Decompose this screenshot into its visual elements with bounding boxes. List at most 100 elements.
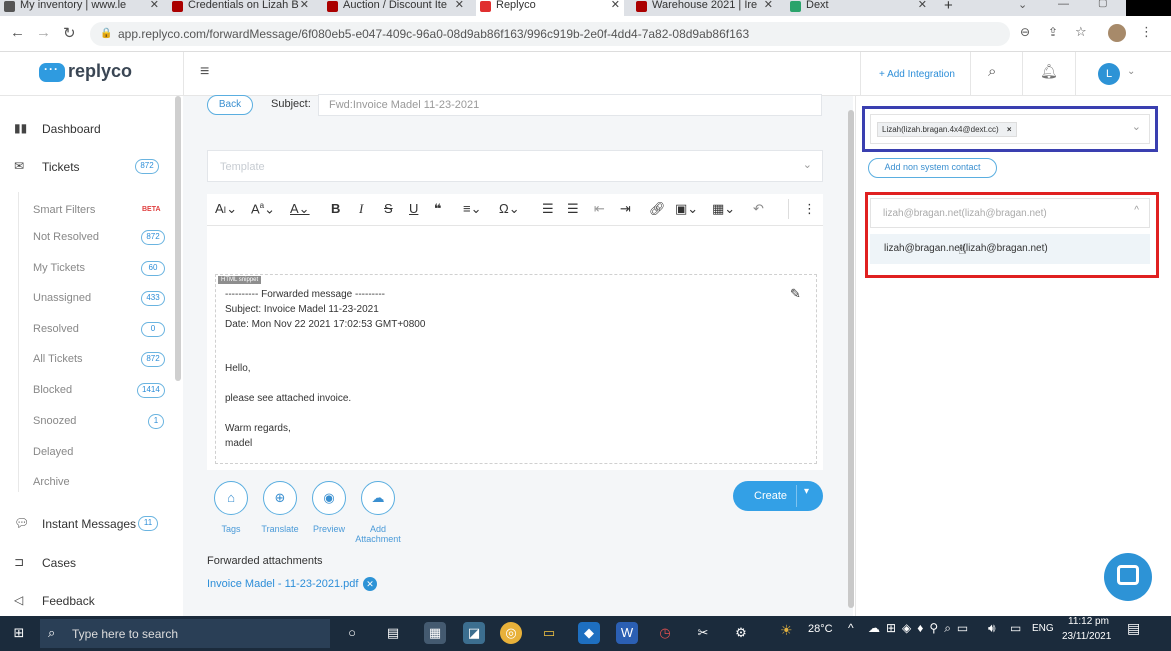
underline-icon[interactable]: U xyxy=(409,201,418,216)
app-icon[interactable]: ✂ xyxy=(692,622,714,644)
user-avatar[interactable]: L xyxy=(1098,63,1120,85)
widgets-icon[interactable]: ▤ xyxy=(382,622,404,644)
image-icon[interactable]: ▣⌄ xyxy=(675,201,698,217)
sidebar-item-my-tickets[interactable]: My Tickets 60 xyxy=(0,254,180,284)
hamburger-menu-icon[interactable]: ≡ xyxy=(200,63,209,81)
blockquote-icon[interactable]: ❝ xyxy=(434,201,442,217)
chat-widget-button[interactable] xyxy=(1104,553,1152,601)
sidebar-item-feedback[interactable]: ◁ Feedback xyxy=(0,586,180,616)
close-icon[interactable]: ✕ xyxy=(150,0,159,11)
tags-button[interactable]: ⌂ xyxy=(214,481,248,515)
maximize-icon[interactable]: ▢ xyxy=(1098,0,1107,9)
attachment-link[interactable]: Invoice Madel - 11-23-2021.pdf xyxy=(207,578,358,590)
word-icon[interactable]: W xyxy=(616,622,638,644)
bullet-list-icon[interactable]: ☰ xyxy=(542,201,554,217)
tab-search-icon[interactable]: ⌄ xyxy=(1018,0,1027,11)
subject-input[interactable]: Fwd:Invoice Madel 11-23-2021 xyxy=(318,94,822,116)
tray-icons[interactable]: ☁⊞◈♦⚲⌕▭ xyxy=(868,621,974,636)
translate-button[interactable]: ⊕ xyxy=(263,481,297,515)
tray-chevron-icon[interactable]: ^ xyxy=(848,621,854,635)
edit-pencil-icon[interactable]: ✎ xyxy=(790,286,801,302)
browser-tab[interactable]: My inventory | www.le ✕ xyxy=(0,0,163,16)
zoom-icon[interactable]: ⊖ xyxy=(1020,25,1030,39)
sidebar-item-unassigned[interactable]: Unassigned 433 xyxy=(0,284,180,314)
html-snippet[interactable] xyxy=(215,274,817,464)
sidebar-item-delayed[interactable]: Delayed xyxy=(0,438,180,468)
special-chars-icon[interactable]: Ω⌄ xyxy=(499,201,520,217)
remove-chip-icon[interactable]: × xyxy=(1007,125,1012,134)
create-button[interactable]: Create ▾ xyxy=(733,481,823,511)
profile-avatar[interactable] xyxy=(1108,24,1126,42)
file-explorer-icon[interactable]: ▭ xyxy=(538,622,560,644)
align-icon[interactable]: ≡⌄ xyxy=(463,201,481,217)
task-view-icon[interactable]: ○ xyxy=(341,622,363,644)
browser-menu-icon[interactable]: ⋮ xyxy=(1140,24,1153,40)
app-icon[interactable]: ▦ xyxy=(424,622,446,644)
notification-icon[interactable]: ▤ xyxy=(1127,620,1140,637)
sidebar-item-blocked[interactable]: Blocked 1414 xyxy=(0,376,180,406)
close-icon[interactable]: ✕ xyxy=(300,0,309,11)
compose-scrollbar[interactable] xyxy=(848,110,854,608)
browser-tab[interactable]: Credentials on Lizah B ✕ xyxy=(168,0,313,16)
app-icon[interactable]: ◪ xyxy=(463,622,485,644)
close-icon[interactable]: ✕ xyxy=(611,0,620,11)
sidebar-item-not-resolved[interactable]: Not Resolved 872 xyxy=(0,223,180,253)
add-attachment-button[interactable]: ☁ xyxy=(361,481,395,515)
strikethrough-icon[interactable]: S xyxy=(384,201,393,216)
sidebar-item-all-tickets[interactable]: All Tickets 872 xyxy=(0,345,180,375)
reload-icon[interactable]: ↻ xyxy=(63,24,76,42)
close-icon[interactable]: ✕ xyxy=(764,0,773,11)
undo-icon[interactable]: ↶ xyxy=(753,201,764,217)
browser-tab[interactable]: Auction / Discount Ite ✕ xyxy=(323,0,468,16)
outdent-icon[interactable]: ⇤ xyxy=(594,201,605,217)
sidebar-item-smart-filters[interactable]: Smart Filters BETA xyxy=(0,196,180,226)
add-non-system-contact-button[interactable]: Add non system contact xyxy=(868,158,997,178)
clock-date[interactable]: 23/11/2021 xyxy=(1062,631,1111,642)
sidebar-item-archive[interactable]: Archive xyxy=(0,468,180,498)
sidebar-item-dashboard[interactable]: ▮▮ Dashboard xyxy=(0,114,180,144)
remove-attachment-icon[interactable]: ✕ xyxy=(363,577,377,591)
browser-tab[interactable]: Warehouse 2021 | Ire ✕ xyxy=(632,0,777,16)
volume-icon[interactable]: 🔊︎ xyxy=(988,621,996,636)
minimize-icon[interactable]: — xyxy=(1058,0,1069,10)
link-icon[interactable]: 🔗︎ xyxy=(649,201,666,217)
recipient-select[interactable]: Lizah(lizah.bragan.4x4@dext.cc) × ⌄ xyxy=(870,114,1150,144)
sidebar-scrollbar[interactable] xyxy=(175,96,181,381)
bold-icon[interactable]: B xyxy=(331,201,340,216)
caret-down-icon[interactable]: ▾ xyxy=(804,486,809,497)
indent-icon[interactable]: ⇥ xyxy=(620,201,631,217)
battery-icon[interactable]: ▭ xyxy=(1010,621,1021,635)
template-select[interactable]: Template ⌄ xyxy=(207,150,823,182)
sidebar-item-cases[interactable]: ⊐ Cases xyxy=(0,548,180,578)
dropdown-option[interactable]: lizah@bragan.net(lizah@bragan.net) xyxy=(870,234,1150,264)
bell-icon[interactable]: 🔔︎ xyxy=(1040,63,1058,80)
font-family-icon[interactable]: Aa⌄ xyxy=(251,201,275,217)
app-icon[interactable]: ◆ xyxy=(578,622,600,644)
sidebar-item-snoozed[interactable]: Snoozed 1 xyxy=(0,407,180,437)
back-button[interactable]: Back xyxy=(207,95,253,115)
bookmark-star-icon[interactable]: ☆ xyxy=(1075,24,1087,40)
italic-icon[interactable]: I xyxy=(359,201,363,217)
sidebar-item-resolved[interactable]: Resolved 0 xyxy=(0,315,180,345)
table-icon[interactable]: ▦⌄ xyxy=(712,201,735,217)
weather-temp[interactable]: 28°C xyxy=(808,623,833,635)
forward-arrow-icon[interactable]: → xyxy=(36,24,51,41)
sidebar-item-instant-messages[interactable]: 💬︎ Instant Messages 11 xyxy=(0,509,180,539)
more-options-icon[interactable]: ⋮ xyxy=(803,201,816,217)
app-icon[interactable]: ⚙ xyxy=(730,622,752,644)
share-icon[interactable]: ⇪ xyxy=(1048,25,1058,39)
back-arrow-icon[interactable]: ← xyxy=(10,24,25,41)
preview-button[interactable]: ◉ xyxy=(312,481,346,515)
windows-start-icon[interactable]: ⊞ xyxy=(8,622,30,644)
browser-tab-active[interactable]: Replyco ✕ xyxy=(476,0,624,16)
browser-tab[interactable]: Dext ✕ xyxy=(786,0,931,16)
clock-app-icon[interactable]: ◷ xyxy=(654,622,676,644)
taskbar-search[interactable]: ⌕ Type here to search xyxy=(40,619,330,648)
new-tab-button[interactable]: + xyxy=(944,0,953,14)
url-bar[interactable]: 🔒 app.replyco.com/forwardMessage/6f080eb… xyxy=(90,22,1010,46)
clock-time[interactable]: 11:12 pm xyxy=(1068,616,1109,627)
contact-search-select[interactable]: lizah@bragan.net(lizah@bragan.net) ^ xyxy=(870,198,1150,228)
font-color-icon[interactable]: A⌄ xyxy=(290,201,310,217)
chevron-down-icon[interactable]: ⌄ xyxy=(1127,66,1135,77)
add-integration-link[interactable]: + Add Integration xyxy=(879,69,955,80)
